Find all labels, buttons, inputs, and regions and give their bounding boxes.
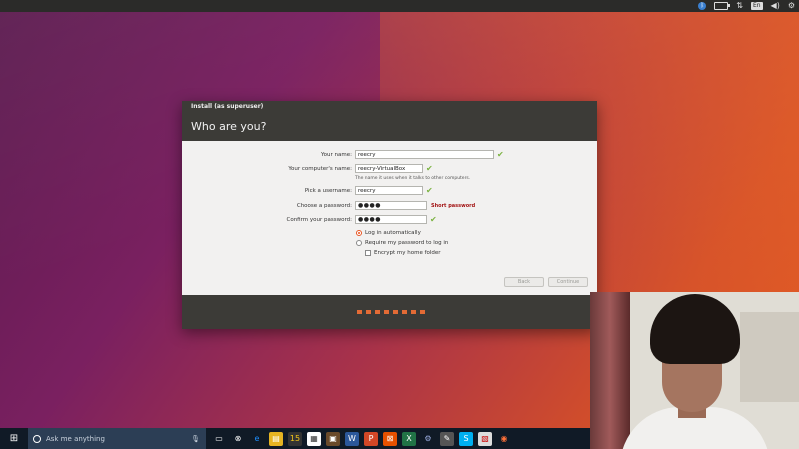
progress-step — [411, 310, 416, 314]
search-placeholder: Ask me anything — [46, 434, 105, 443]
microphone-icon[interactable]: 🎙 — [191, 435, 200, 443]
encrypt-home-label: Encrypt my home folder — [374, 250, 441, 256]
confirm-password-field[interactable]: ●●●● — [355, 215, 427, 224]
edge-icon[interactable]: e — [250, 432, 264, 446]
webcam-shelf — [740, 312, 799, 402]
install-progress — [357, 310, 425, 314]
username-label: Pick a username: — [304, 188, 352, 194]
username-field[interactable]: reecry — [355, 186, 423, 195]
password-strength-label: Short password — [431, 203, 476, 209]
tool-icon[interactable]: ✎ — [440, 431, 454, 446]
progress-step — [393, 310, 398, 314]
progress-step — [357, 310, 362, 314]
cortana-icon — [33, 434, 41, 443]
progress-step — [384, 310, 389, 314]
require-password-option[interactable]: Require my password to log in — [356, 240, 448, 246]
computer-name-check-icon: ✔ — [426, 164, 433, 173]
keyboard-layout-label: En — [750, 2, 763, 10]
installer-form: Your name: reecry ✔ Your computer's name… — [182, 141, 597, 295]
webcam-overlay — [590, 292, 799, 449]
window-title: Install (as superuser) — [191, 103, 264, 110]
virtualbox-icon[interactable]: ▣ — [326, 431, 340, 446]
back-button[interactable]: Back — [504, 277, 544, 287]
progress-step — [402, 310, 407, 314]
app-orange-icon[interactable]: ⊠ — [383, 431, 397, 446]
radio-selected-icon[interactable] — [356, 230, 362, 236]
progress-step — [375, 310, 380, 314]
installer-window: Install (as superuser) Who are you? Your… — [182, 101, 597, 329]
login-automatically-label: Log in automatically — [365, 230, 421, 236]
skype-icon[interactable]: S — [459, 431, 473, 446]
battery-icon[interactable] — [714, 1, 731, 11]
search-box[interactable]: Ask me anything 🎙 — [28, 428, 206, 449]
powerpoint-icon[interactable]: P — [364, 431, 378, 446]
login-automatically-option[interactable]: Log in automatically — [356, 230, 421, 236]
encrypt-home-option[interactable]: Encrypt my home folder — [365, 250, 441, 256]
settings-gear-icon[interactable]: ⚙ — [421, 432, 435, 446]
computer-name-hint: The name it uses when it talks to other … — [355, 176, 471, 181]
file-explorer-icon[interactable]: ▤ — [269, 431, 283, 446]
webcam-curtain — [590, 292, 630, 449]
username-check-icon: ✔ — [426, 186, 433, 195]
bluetooth-icon[interactable]: ᛒ — [698, 1, 707, 11]
excel-icon[interactable]: X — [402, 431, 416, 446]
firefox-icon[interactable]: ◉ — [497, 432, 511, 446]
keyboard-layout-indicator[interactable]: En — [750, 1, 763, 11]
network-icon[interactable]: ⇅ — [736, 1, 743, 11]
page-title: Who are you? — [191, 120, 267, 133]
computer-name-label: Your computer's name: — [288, 166, 352, 172]
password-field[interactable]: ●●●● — [355, 201, 427, 210]
taskbar: ⊞ Ask me anything 🎙 ▭ ⊗ e ▤ 15 ▦ ▣ W P ⊠… — [0, 428, 590, 449]
radio-unselected-icon[interactable] — [356, 240, 362, 246]
checkbox-icon[interactable] — [365, 250, 371, 256]
word-icon[interactable]: W — [345, 431, 359, 446]
your-name-field[interactable]: reecry — [355, 150, 494, 159]
task-view-icon[interactable]: ▭ — [212, 432, 226, 446]
confirm-password-label: Confirm your password: — [286, 217, 352, 223]
store-icon[interactable]: ▦ — [307, 431, 321, 446]
windows-start-icon[interactable]: ⊞ — [0, 428, 28, 449]
continue-button[interactable]: Continue — [548, 277, 588, 287]
computer-name-field[interactable]: reecry-VirtualBox — [355, 164, 423, 173]
image-viewer-icon[interactable]: ▧ — [478, 431, 492, 446]
app-15-icon[interactable]: 15 — [288, 431, 302, 446]
require-password-label: Require my password to log in — [365, 240, 449, 246]
progress-step — [366, 310, 371, 314]
volume-icon[interactable]: ◀) — [771, 1, 780, 11]
xbox-icon[interactable]: ⊗ — [231, 432, 245, 446]
progress-step — [420, 310, 425, 314]
your-name-check-icon: ✔ — [497, 150, 504, 159]
gear-icon[interactable]: ⚙ — [788, 1, 795, 11]
password-label: Choose a password: — [296, 203, 352, 209]
top-panel: ᛒ ⇅ En ◀) ⚙ — [0, 0, 799, 12]
confirm-password-check-icon: ✔ — [430, 215, 437, 224]
your-name-label: Your name: — [321, 152, 352, 158]
